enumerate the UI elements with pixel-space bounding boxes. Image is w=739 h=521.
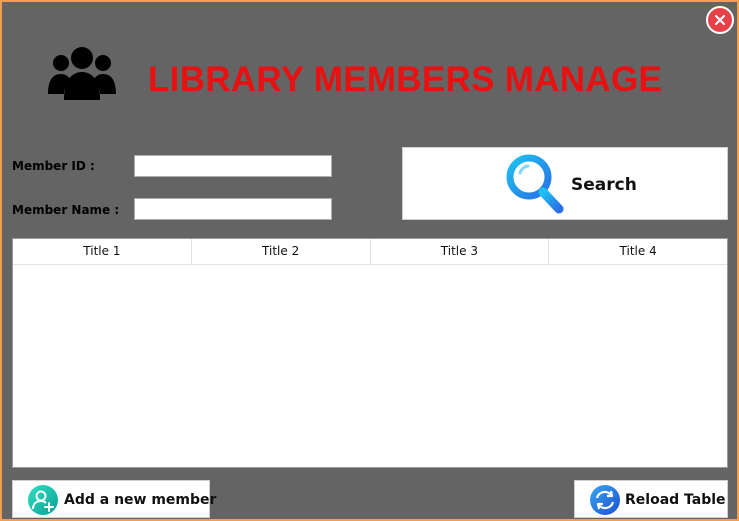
member-id-input[interactable]: [134, 155, 332, 177]
column-header-title-2[interactable]: Title 2: [192, 239, 371, 264]
column-header-title-3[interactable]: Title 3: [371, 239, 550, 264]
add-member-button[interactable]: Add a new member: [12, 480, 216, 518]
refresh-icon: [590, 485, 620, 515]
page-title: LIBRARY MEMBERS MANAGE: [148, 60, 663, 99]
close-icon: [715, 15, 725, 25]
search-button[interactable]: Search: [402, 147, 728, 220]
member-name-label: Member Name :: [12, 203, 120, 217]
member-name-input[interactable]: [134, 198, 332, 220]
column-header-title-1[interactable]: Title 1: [13, 239, 192, 264]
reload-table-button-label: Reload Table: [625, 492, 726, 508]
member-id-label: Member ID :: [12, 159, 95, 173]
table-header: Title 1 Title 2 Title 3 Title 4: [13, 239, 727, 265]
search-button-label: Search: [571, 175, 637, 195]
column-header-title-4[interactable]: Title 4: [549, 239, 727, 264]
main-window: LIBRARY MEMBERS MANAGE Member ID : Membe…: [0, 0, 739, 521]
users-group-icon: [48, 47, 116, 100]
magnifier-icon: [506, 154, 564, 214]
members-table[interactable]: Title 1 Title 2 Title 3 Title 4: [12, 238, 728, 468]
close-button[interactable]: [706, 6, 734, 34]
add-member-button-label: Add a new member: [64, 492, 217, 508]
reload-table-button[interactable]: Reload Table: [574, 480, 728, 518]
add-user-icon: [28, 485, 58, 515]
